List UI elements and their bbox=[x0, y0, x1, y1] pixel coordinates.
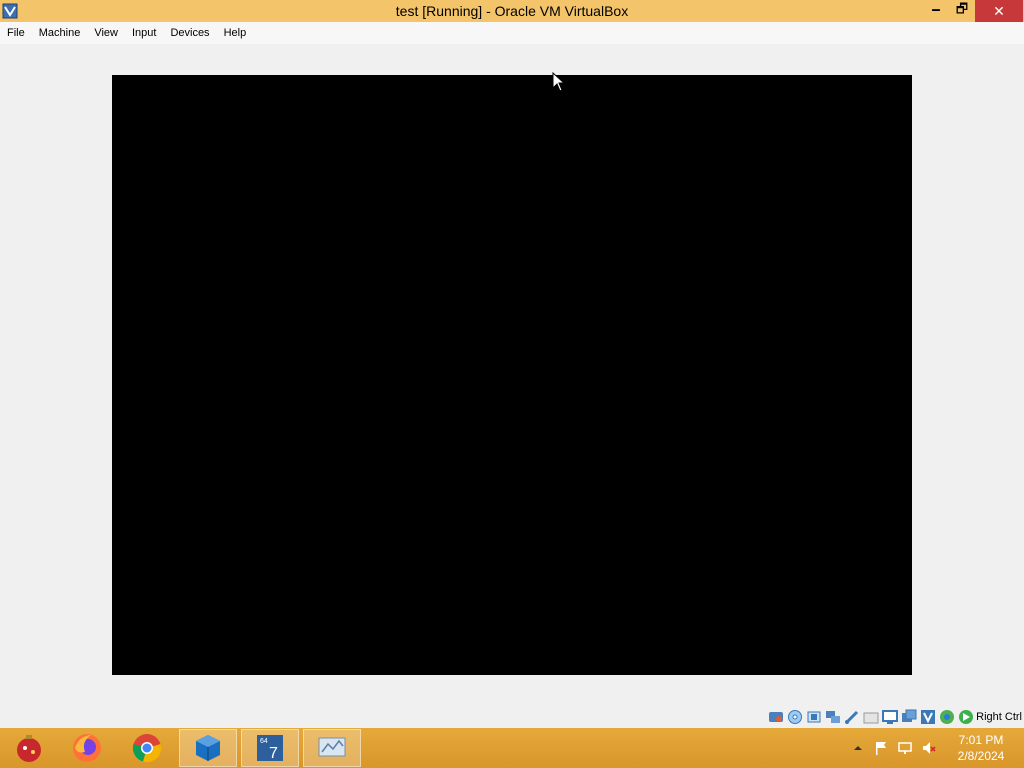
menu-bar: File Machine View Input Devices Help bbox=[0, 22, 1024, 44]
window-title: test [Running] - Oracle VM VirtualBox bbox=[395, 3, 629, 19]
taskbar-chrome[interactable] bbox=[118, 729, 176, 767]
resource-monitor-icon bbox=[318, 737, 346, 757]
optical-drive-icon[interactable] bbox=[787, 709, 803, 725]
host-key-label: Right Ctrl bbox=[976, 711, 1022, 723]
display-icon[interactable] bbox=[882, 709, 898, 725]
taskbar-ornament-app[interactable] bbox=[0, 729, 58, 767]
video-capture-icon[interactable] bbox=[901, 709, 917, 725]
processor-icon[interactable] bbox=[920, 709, 936, 725]
network-icon[interactable] bbox=[825, 709, 841, 725]
windows7-vm-icon: 64 7 bbox=[257, 735, 283, 762]
mouse-cursor-icon bbox=[552, 72, 566, 92]
windows-taskbar: 64 7 7:01 PM 2/8/2024 bbox=[0, 728, 1024, 768]
taskbar-firefox[interactable] bbox=[58, 729, 116, 767]
menu-file[interactable]: File bbox=[0, 22, 32, 44]
mouse-integration-icon[interactable] bbox=[958, 709, 974, 725]
clock-time: 7:01 PM bbox=[958, 733, 1004, 747]
virtualization-icon[interactable] bbox=[939, 709, 955, 725]
taskbar-clock[interactable]: 7:01 PM 2/8/2024 bbox=[946, 732, 1016, 764]
window-titlebar[interactable]: test [Running] - Oracle VM VirtualBox 🗕 … bbox=[0, 0, 1024, 22]
hard-disk-icon[interactable] bbox=[768, 709, 784, 725]
restore-button[interactable]: 🗗 bbox=[949, 0, 975, 22]
network-status-icon[interactable] bbox=[897, 740, 913, 756]
clock-date: 2/8/2024 bbox=[957, 749, 1005, 763]
svg-text:7: 7 bbox=[269, 745, 278, 762]
taskbar-resource-monitor[interactable] bbox=[303, 729, 361, 767]
usb-icon[interactable] bbox=[844, 709, 860, 725]
vm-display-area bbox=[0, 44, 1024, 706]
vm-status-bar: Right Ctrl bbox=[0, 706, 1024, 728]
menu-input[interactable]: Input bbox=[125, 22, 163, 44]
chevron-up-icon[interactable] bbox=[850, 740, 866, 756]
svg-text:64: 64 bbox=[260, 738, 268, 745]
virtualbox-icon bbox=[196, 735, 220, 761]
taskbar-virtualbox[interactable] bbox=[179, 729, 237, 767]
chrome-icon bbox=[132, 734, 162, 763]
volume-muted-icon[interactable] bbox=[921, 740, 937, 756]
flag-icon[interactable] bbox=[873, 740, 889, 756]
ornament-app-icon bbox=[17, 735, 41, 762]
status-icons bbox=[768, 709, 974, 725]
taskbar-windows7-vm[interactable]: 64 7 bbox=[241, 729, 299, 767]
minimize-button[interactable]: 🗕 bbox=[923, 0, 949, 22]
menu-help[interactable]: Help bbox=[217, 22, 254, 44]
shared-folders-icon[interactable] bbox=[863, 709, 879, 725]
close-button[interactable]: ✕ bbox=[975, 0, 1023, 22]
menu-machine[interactable]: Machine bbox=[32, 22, 88, 44]
firefox-icon bbox=[73, 734, 101, 762]
audio-icon[interactable] bbox=[806, 709, 822, 725]
vm-screen[interactable] bbox=[112, 75, 912, 675]
menu-view[interactable]: View bbox=[87, 22, 125, 44]
menu-devices[interactable]: Devices bbox=[163, 22, 216, 44]
